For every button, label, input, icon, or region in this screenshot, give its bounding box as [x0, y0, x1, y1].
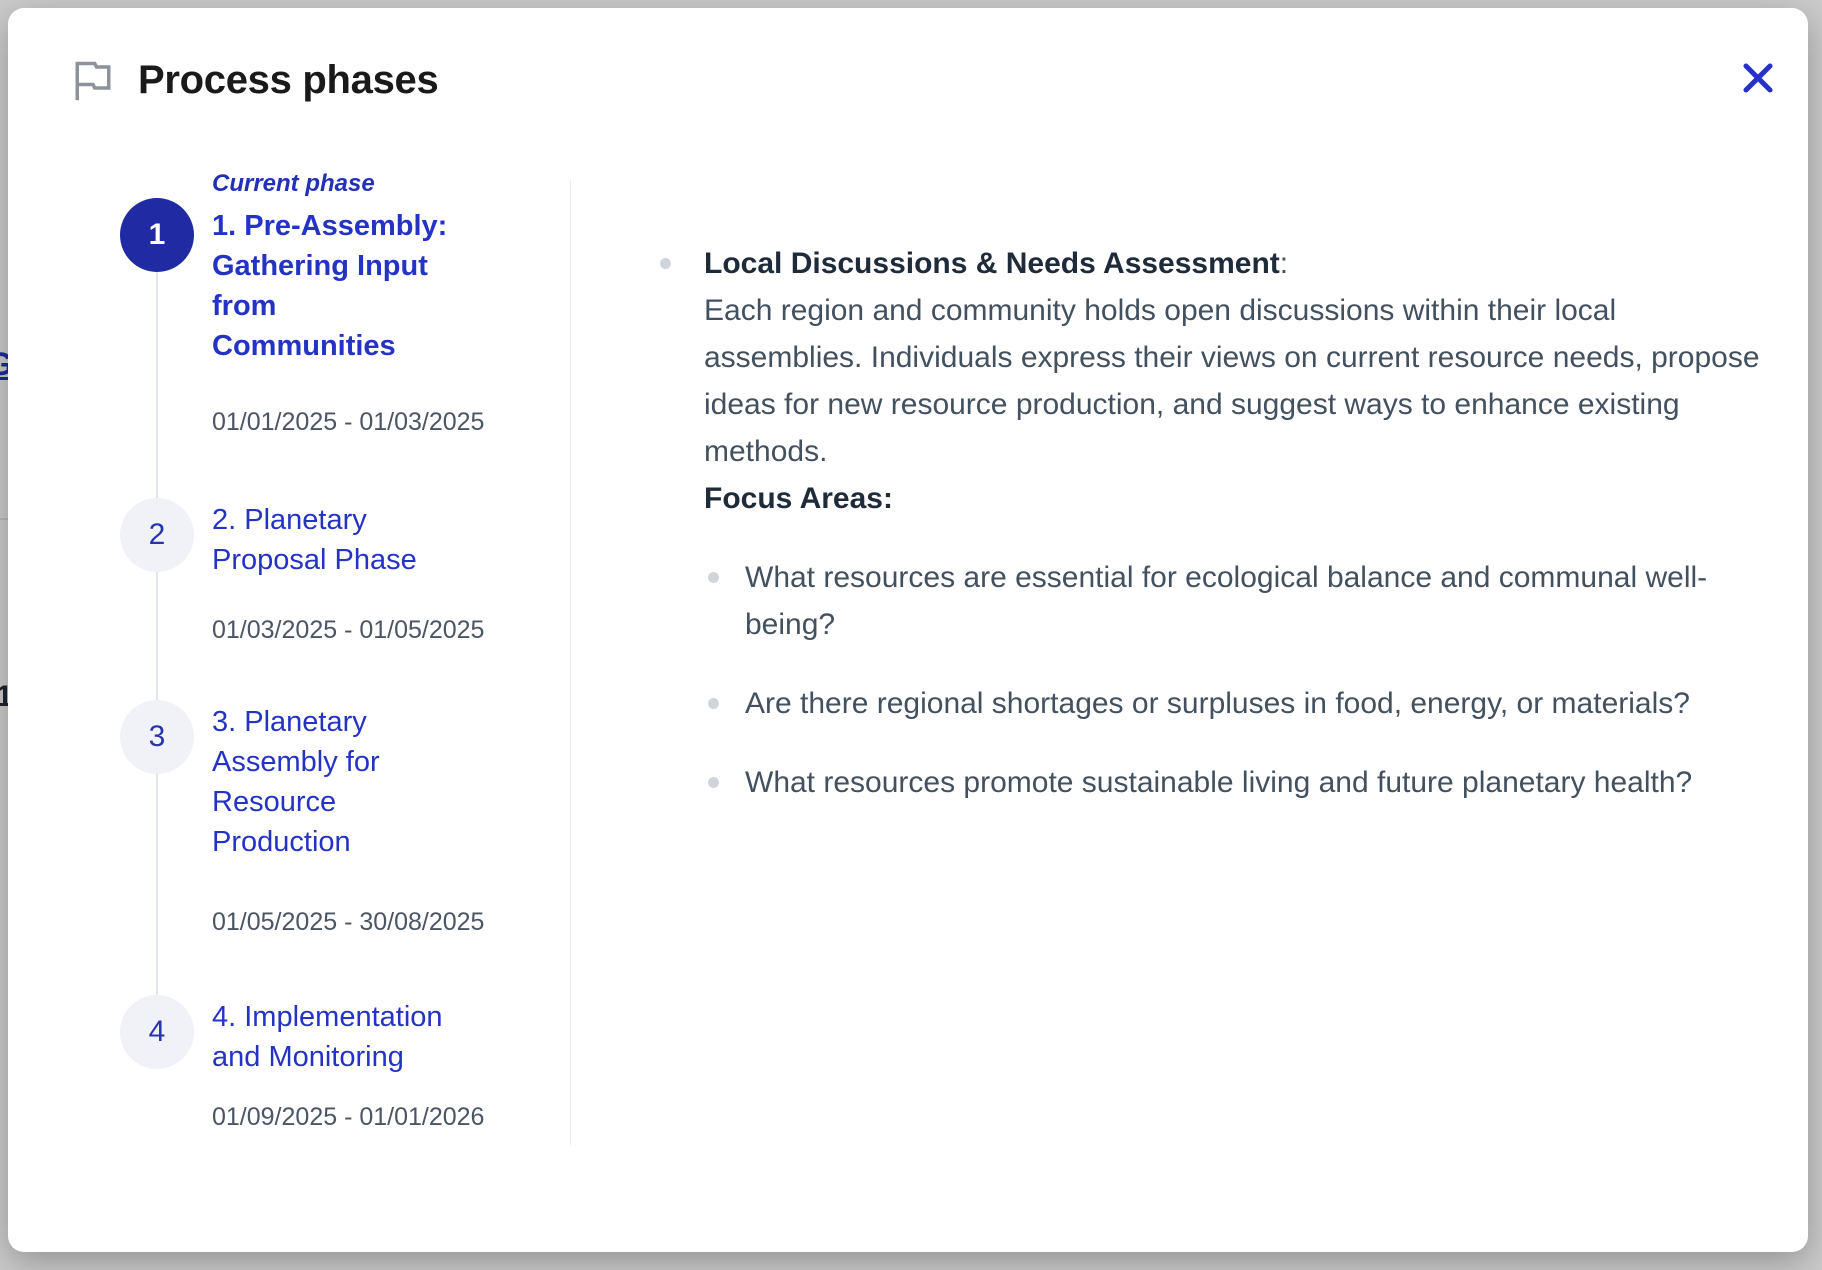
bullet-icon — [660, 258, 671, 269]
phase-dates: 01/05/2025 - 30/08/2025 — [212, 908, 532, 937]
page-background: G 1 Process phases 1 Current phase 1. Pr… — [0, 0, 1822, 1270]
phase-title-link[interactable]: 2. Planetary Proposal Phase — [212, 500, 452, 580]
bullet-icon — [708, 698, 719, 709]
bullet-icon — [708, 777, 719, 788]
phase-title-link[interactable]: 3. Planetary Assembly for Resource Produ… — [212, 702, 452, 862]
phase-step-indicator: 4 — [120, 995, 194, 1069]
bullet-icon — [708, 572, 719, 583]
close-button[interactable] — [1734, 54, 1782, 102]
flag-icon — [72, 60, 114, 102]
list-item: Local Discussions & Needs Assessment: Ea… — [660, 240, 1780, 806]
section-body: Each region and community holds open dis… — [704, 287, 1764, 475]
phase-step-indicator: 3 — [120, 700, 194, 774]
list-item: What resources promote sustainable livin… — [708, 759, 1764, 806]
phase-step-indicator: 2 — [120, 498, 194, 572]
focus-areas-list: What resources are essential for ecologi… — [704, 554, 1764, 806]
focus-area-text: What resources promote sustainable livin… — [745, 759, 1692, 806]
list-item: Are there regional shortages or surpluse… — [708, 680, 1764, 727]
phase-description: Local Discussions & Needs Assessment: Ea… — [660, 240, 1780, 806]
column-divider — [570, 180, 571, 1145]
current-phase-badge: Current phase — [212, 170, 375, 198]
section-heading: Local Discussions & Needs Assessment — [704, 247, 1280, 280]
modal-header: Process phases — [72, 58, 438, 103]
section-heading-colon: : — [1280, 247, 1288, 280]
close-icon — [1740, 60, 1776, 96]
phase-dates: 01/03/2025 - 01/05/2025 — [212, 616, 532, 645]
phase-title-link[interactable]: 4. Implementation and Monitoring — [212, 997, 452, 1077]
modal-title: Process phases — [138, 58, 438, 103]
phase-step-indicator: 1 — [120, 198, 194, 272]
focus-area-text: Are there regional shortages or surpluse… — [745, 680, 1690, 727]
phase-title-link[interactable]: 1. Pre-Assembly: Gathering Input from Co… — [212, 206, 452, 366]
phase-dates: 01/01/2025 - 01/03/2025 — [212, 408, 532, 437]
process-phases-modal: Process phases 1 Current phase 1. Pre-As… — [8, 8, 1808, 1252]
focus-areas-label: Focus Areas: — [704, 475, 1764, 522]
focus-area-text: What resources are essential for ecologi… — [745, 554, 1764, 648]
phase-dates: 01/09/2025 - 01/01/2026 — [212, 1103, 532, 1132]
list-item: What resources are essential for ecologi… — [708, 554, 1764, 648]
timeline-connector — [156, 248, 158, 1038]
